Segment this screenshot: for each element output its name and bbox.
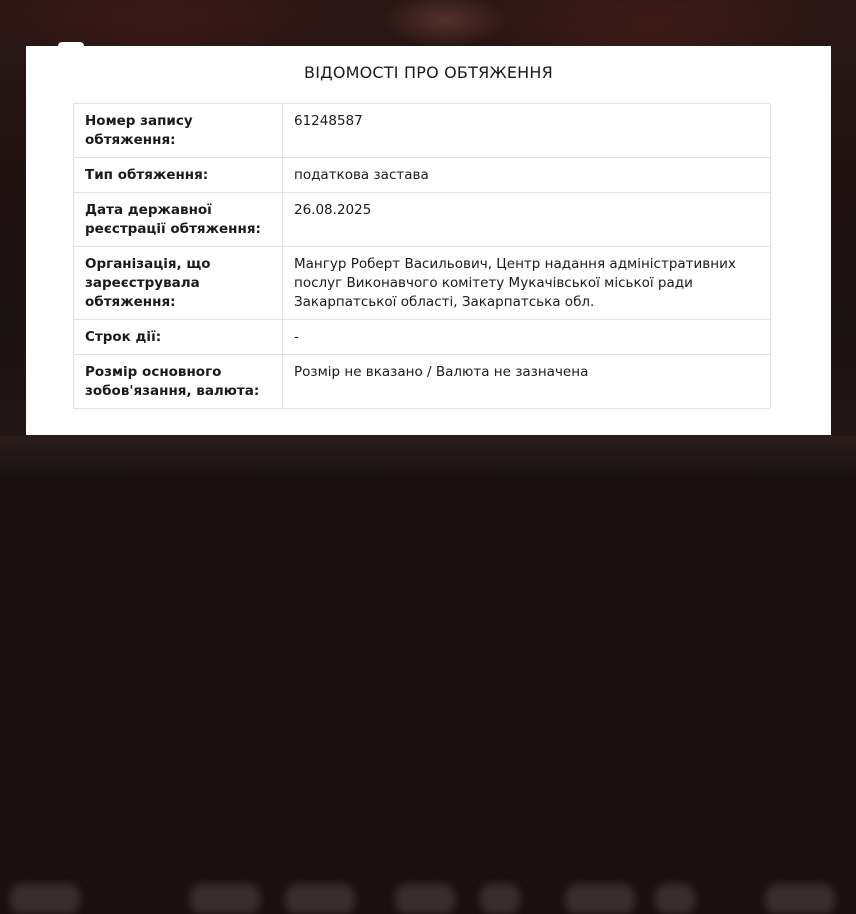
- table-row: Розмір основного зобов'язання, валюта: Р…: [73, 354, 771, 409]
- table-row: Тип обтяження: податкова застава: [73, 157, 771, 193]
- table-row: Номер запису обтяження: 61248587: [73, 103, 771, 158]
- row-value: -: [282, 319, 771, 355]
- row-label: Організація, що зареєструвала обтяження:: [73, 246, 283, 320]
- table-row: Строк дії: -: [73, 319, 771, 355]
- blurred-shape: [10, 884, 80, 914]
- blurred-shape: [565, 884, 635, 914]
- row-value: податкова застава: [282, 157, 771, 193]
- blurred-shape: [190, 884, 260, 914]
- encumbrance-modal: ВІДОМОСТІ ПРО ОБТЯЖЕННЯ Номер запису обт…: [26, 46, 831, 435]
- table-row: Організація, що зареєструвала обтяження:…: [73, 246, 771, 320]
- row-value: Розмір не вказано / Валюта не зазначена: [282, 354, 771, 409]
- blurred-shape: [765, 884, 835, 914]
- blurred-shape: [395, 884, 455, 914]
- encumbrance-details-table: Номер запису обтяження: 61248587 Тип обт…: [73, 103, 771, 409]
- blurred-shape: [655, 884, 695, 914]
- blurred-background-footer: [0, 436, 856, 914]
- table-row: Дата державної реєстрації обтяження: 26.…: [73, 192, 771, 247]
- blurred-shape: [480, 884, 520, 914]
- row-label: Розмір основного зобов'язання, валюта:: [73, 354, 283, 409]
- modal-title: ВІДОМОСТІ ПРО ОБТЯЖЕННЯ: [304, 63, 553, 82]
- row-value: 61248587: [282, 103, 771, 158]
- row-label: Дата державної реєстрації обтяження:: [73, 192, 283, 247]
- row-label: Номер запису обтяження:: [73, 103, 283, 158]
- row-value: 26.08.2025: [282, 192, 771, 247]
- row-label: Тип обтяження:: [73, 157, 283, 193]
- blurred-shape: [285, 884, 355, 914]
- row-label: Строк дії:: [73, 319, 283, 355]
- row-value: Мангур Роберт Васильович, Центр надання …: [282, 246, 771, 320]
